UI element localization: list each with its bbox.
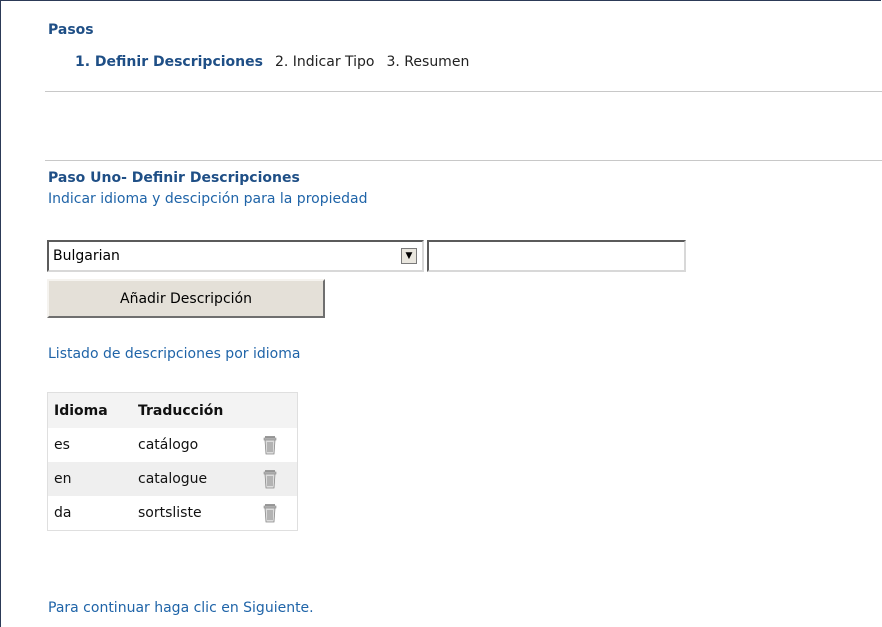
row-language: da xyxy=(47,496,132,531)
divider xyxy=(45,160,882,161)
delete-button[interactable] xyxy=(256,496,298,531)
dropdown-arrow-icon[interactable]: ▼ xyxy=(401,248,417,264)
row-language: en xyxy=(47,462,132,496)
column-header-actions xyxy=(256,392,298,428)
trash-icon[interactable] xyxy=(262,469,278,489)
step-3-summary: 3. Resumen xyxy=(386,54,470,70)
language-select-value: Bulgarian xyxy=(53,248,120,264)
language-select[interactable]: Bulgarian ▼ xyxy=(47,240,424,272)
table-row: en catalogue xyxy=(47,462,298,496)
row-translation: catálogo xyxy=(132,428,256,462)
table-row: es catálogo xyxy=(47,428,298,462)
column-header-language: Idioma xyxy=(47,392,132,428)
step-2-indicate-type: 2. Indicar Tipo xyxy=(274,54,375,70)
step-1-define-descriptions: 1. Definir Descripciones xyxy=(75,54,263,70)
wizard-frame: Pasos 1. Definir Descripciones 2. Indica… xyxy=(0,0,882,627)
trash-icon[interactable] xyxy=(262,435,278,455)
table-header-row: Idioma Traducción xyxy=(47,392,298,428)
delete-button[interactable] xyxy=(256,462,298,496)
section-title: Paso Uno- Definir Descripciones xyxy=(48,170,300,186)
steps-nav: 1. Definir Descripciones 2. Indicar Tipo… xyxy=(75,54,469,70)
column-header-translation: Traducción xyxy=(132,392,256,428)
descriptions-table: Idioma Traducción es catálogo en catalog… xyxy=(47,392,298,531)
list-title: Listado de descripciones por idioma xyxy=(48,346,301,362)
delete-button[interactable] xyxy=(256,428,298,462)
table-row: da sortsliste xyxy=(47,496,298,531)
row-language: es xyxy=(47,428,132,462)
trash-icon[interactable] xyxy=(262,503,278,523)
add-description-button[interactable]: Añadir Descripción xyxy=(47,279,325,318)
continue-instruction: Para continuar haga clic en Siguiente. xyxy=(48,600,314,616)
section-subtitle: Indicar idioma y descipción para la prop… xyxy=(48,191,368,207)
row-translation: sortsliste xyxy=(132,496,256,531)
row-translation: catalogue xyxy=(132,462,256,496)
description-input[interactable] xyxy=(427,240,686,272)
divider xyxy=(45,91,882,92)
steps-title: Pasos xyxy=(48,22,94,38)
